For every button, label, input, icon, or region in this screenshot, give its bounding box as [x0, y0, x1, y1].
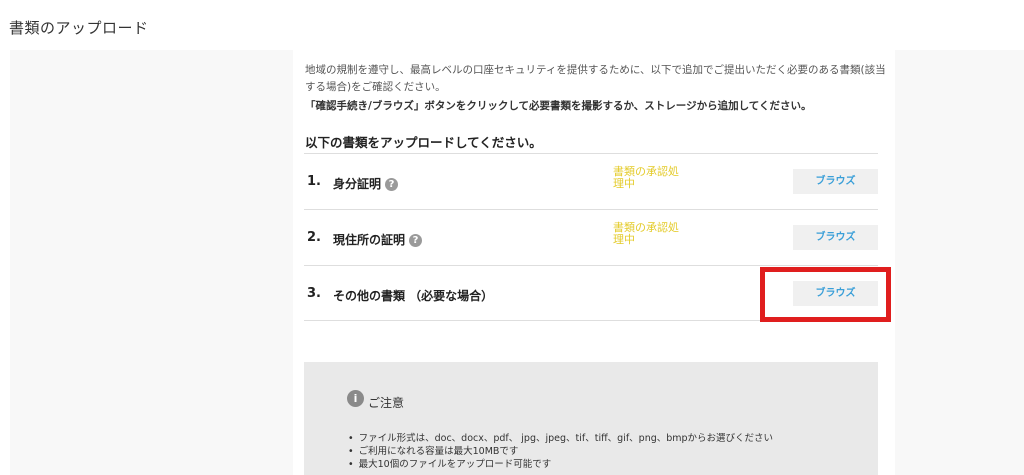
document-label: その他の書類 （必要な場合）: [333, 289, 494, 303]
notice-item: ご利用になれる容量は最大10MBです: [348, 445, 773, 458]
question-circle-icon[interactable]: ?: [385, 178, 399, 191]
section-heading: 以下の書類をアップロードしてください。: [305, 135, 542, 150]
status-badge: 書類の承認処理中: [613, 221, 679, 246]
document-label-text: 身分証明: [333, 177, 382, 191]
page-title: 書類のアップロード: [9, 19, 149, 37]
document-number: 1.: [307, 174, 321, 189]
browse-button-identity[interactable]: ブラウズ: [793, 169, 878, 194]
document-number: 2.: [307, 230, 321, 245]
notice-box: i ご注意 ファイル形式は、doc、docx、pdf、 jpg、jpeg、tif…: [304, 362, 878, 475]
highlight-annotation-box: [760, 267, 891, 322]
notice-item: 最大10個のファイルをアップロード可能です: [348, 458, 773, 471]
document-row-identity: 1. 身分証明? 書類の承認処理中 ブラウズ: [304, 153, 878, 209]
document-label: 現住所の証明?: [333, 231, 423, 248]
intro-text: 地域の規制を遵守し、最高レベルの口座セキュリティを提供するために、以下で追加でご…: [305, 64, 886, 93]
notice-list: ファイル形式は、doc、docx、pdf、 jpg、jpeg、tif、tiff、…: [348, 432, 773, 471]
upload-panel: 地域の規制を遵守し、最高レベルの口座セキュリティを提供するために、以下で追加でご…: [10, 50, 1024, 475]
document-label: 身分証明?: [333, 175, 399, 192]
document-label-text: 現住所の証明: [333, 233, 406, 247]
question-circle-icon[interactable]: ?: [409, 234, 423, 247]
notice-title: ご注意: [368, 396, 405, 410]
notice-item: ファイル形式は、doc、docx、pdf、 jpg、jpeg、tif、tiff、…: [348, 432, 773, 445]
document-number: 3.: [307, 286, 321, 301]
info-circle-icon: i: [347, 390, 364, 407]
browse-button-address[interactable]: ブラウズ: [793, 225, 878, 250]
upload-content: 地域の規制を遵守し、最高レベルの口座セキュリティを提供するために、以下で追加でご…: [293, 50, 895, 475]
document-row-address: 2. 現住所の証明? 書類の承認処理中 ブラウズ: [304, 209, 878, 265]
intro-instruction: 「確認手続き/ブラウズ」ボタンをクリックして必要書類を撮影するか、ストレージから…: [305, 100, 812, 112]
status-badge: 書類の承認処理中: [613, 165, 679, 190]
